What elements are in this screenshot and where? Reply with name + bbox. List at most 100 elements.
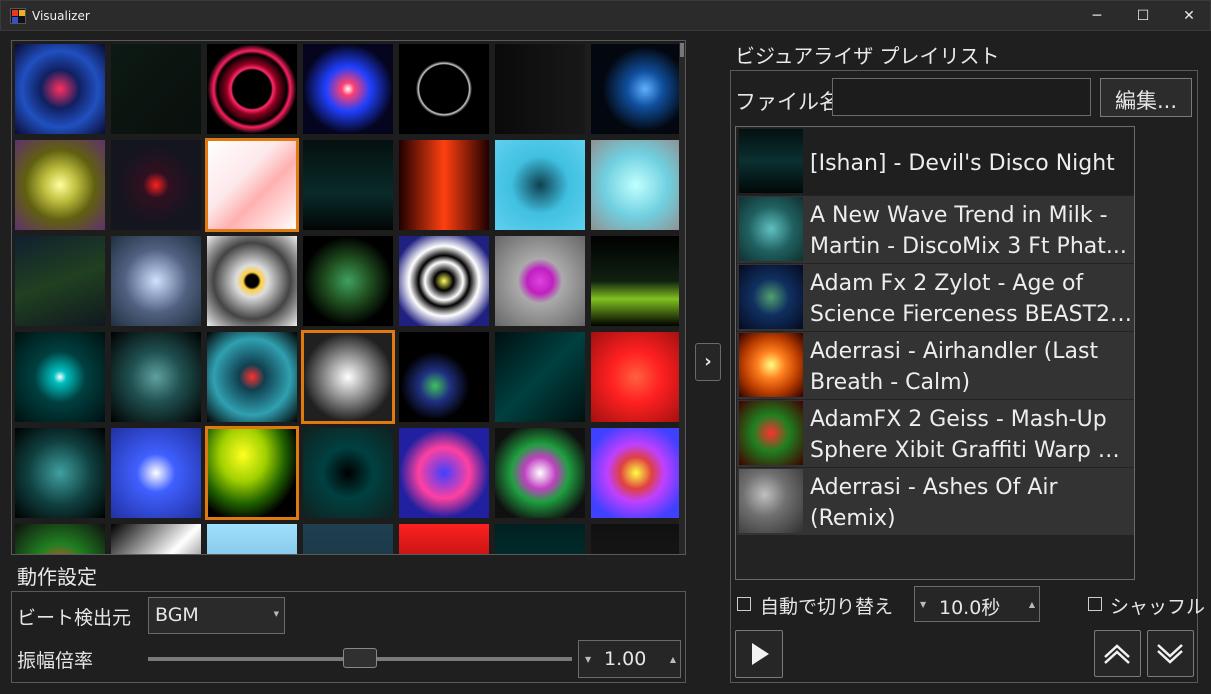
visualizer-thumbnail[interactable] [303, 140, 393, 230]
playlist-item-line1: AdamFX 2 Geiss - Mash-Up [810, 407, 1107, 432]
visualizer-thumbnail[interactable] [303, 428, 393, 518]
interval-spinbox[interactable]: ▼ 10.0秒 ▲ [914, 586, 1040, 622]
visualizer-thumbnail[interactable] [205, 138, 299, 232]
grid-scrollbar[interactable] [679, 42, 685, 554]
visualizer-thumbnail[interactable] [495, 140, 585, 230]
beat-source-select[interactable]: BGM ▼ [148, 597, 285, 634]
beat-source-label: ビート検出元 [17, 607, 132, 629]
visualizer-thumbnail[interactable] [15, 44, 105, 134]
increment-icon[interactable]: ▲ [670, 655, 676, 664]
visualizer-thumbnail[interactable] [399, 332, 489, 422]
visualizer-thumbnail[interactable] [111, 140, 201, 230]
playlist-item-thumbnail [739, 129, 803, 193]
playlist-item-line1: [Ishan] - Devil's Disco Night [810, 151, 1115, 176]
amplitude-slider-thumb[interactable] [343, 648, 377, 668]
visualizer-thumbnail[interactable] [207, 236, 297, 326]
visualizer-thumbnail[interactable] [591, 236, 681, 326]
move-down-button[interactable] [1147, 630, 1194, 677]
visualizer-thumbnail[interactable] [399, 428, 489, 518]
playlist-item[interactable]: Aderrasi - Ashes Of Air (Remix) [737, 468, 1134, 535]
close-button[interactable]: ✕ [1166, 1, 1211, 31]
visualizer-thumbnail[interactable] [399, 44, 489, 134]
visualizer-thumbnail[interactable] [111, 236, 201, 326]
playlist-item-thumbnail [739, 197, 803, 261]
edit-button[interactable]: 編集... [1100, 78, 1192, 117]
playlist-heading: ビジュアライザ プレイリスト [735, 44, 1000, 68]
playlist-item-line2: Martin - DiscoMix 3 Ft Phat... [810, 234, 1127, 259]
visualizer-thumbnail[interactable] [111, 428, 201, 518]
amplitude-spinbox[interactable]: ▼ 1.00 ▲ [578, 640, 681, 678]
expand-panel-button[interactable]: › [695, 343, 721, 381]
move-up-button[interactable] [1094, 630, 1141, 677]
visualizer-thumbnail[interactable] [495, 44, 585, 134]
visualizer-thumbnail[interactable] [15, 236, 105, 326]
playlist-item-line2: (Remix) [810, 506, 896, 531]
decrement-icon[interactable]: ▼ [920, 600, 926, 609]
playlist-item[interactable]: Adam Fx 2 Zylot - Age of Science Fiercene… [737, 264, 1134, 331]
visualizer-thumbnail[interactable] [303, 524, 393, 554]
playlist-item-title: AdamFX 2 Geiss - Mash-Up Sphere Xibit Gra… [810, 404, 1134, 466]
playlist-item-line1: Adam Fx 2 Zylot - Age of [810, 271, 1084, 296]
playlist-item-line2: Breath - Calm) [810, 370, 971, 395]
visualizer-thumbnail[interactable] [15, 428, 105, 518]
visualizer-thumbnail[interactable] [205, 426, 299, 520]
playlist[interactable]: [Ishan] - Devil's Disco Night A New Wave … [735, 126, 1135, 580]
amplitude-label: 振幅倍率 [17, 650, 94, 672]
auto-switch-checkbox[interactable] [737, 597, 751, 611]
visualizer-thumbnail[interactable] [495, 332, 585, 422]
play-icon [752, 643, 769, 665]
visualizer-thumbnail[interactable] [399, 236, 489, 326]
chevron-up-icon [1104, 644, 1130, 664]
file-name-field[interactable] [832, 78, 1091, 116]
decrement-icon[interactable]: ▼ [585, 655, 591, 664]
visualizer-thumbnail[interactable] [495, 524, 585, 554]
playlist-item[interactable]: A New Wave Trend in Milk - Martin - Disco… [737, 196, 1134, 263]
chevron-down-icon [1157, 644, 1183, 664]
window-title: Visualizer [32, 9, 90, 23]
maximize-button[interactable]: ☐ [1120, 1, 1166, 31]
visualizer-thumbnail[interactable] [495, 236, 585, 326]
visualizer-thumbnail[interactable] [591, 332, 681, 422]
visualizer-thumbnail[interactable] [207, 44, 297, 134]
visualizer-thumbnail[interactable] [399, 140, 489, 230]
chevron-down-icon: ▼ [273, 610, 279, 618]
visualizer-thumbnail[interactable] [495, 428, 585, 518]
visualizer-thumbnail[interactable] [111, 332, 201, 422]
playlist-item-line2: Science Fierceness BEAST2 -... [810, 302, 1134, 327]
visualizer-thumbnail[interactable] [591, 428, 681, 518]
playlist-item-line1: A New Wave Trend in Milk - [810, 203, 1108, 228]
playlist-item-line1: Aderrasi - Airhandler (Last [810, 339, 1099, 364]
playlist-item-thumbnail [739, 401, 803, 465]
playlist-item-title: Adam Fx 2 Zylot - Age of Science Fiercene… [810, 268, 1134, 330]
auto-switch-label: 自動で切り替え [760, 596, 894, 618]
visualizer-thumbnail[interactable] [399, 524, 489, 554]
playlist-item-title: Aderrasi - Airhandler (Last Breath - Calm… [810, 336, 1134, 398]
playlist-item[interactable]: [Ishan] - Devil's Disco Night [737, 128, 1134, 195]
increment-icon[interactable]: ▲ [1029, 600, 1035, 609]
visualizer-grid [11, 40, 686, 555]
visualizer-thumbnail[interactable] [591, 140, 681, 230]
visualizer-thumbnail[interactable] [207, 332, 297, 422]
visualizer-thumbnail[interactable] [301, 330, 395, 424]
visualizer-thumbnail[interactable] [303, 236, 393, 326]
visualizer-thumbnail[interactable] [111, 524, 201, 554]
visualizer-thumbnail[interactable] [15, 140, 105, 230]
visualizer-thumbnail[interactable] [591, 524, 681, 554]
shuffle-checkbox[interactable] [1088, 597, 1102, 611]
visualizer-thumbnail[interactable] [591, 44, 681, 134]
visualizer-thumbnail[interactable] [111, 44, 201, 134]
beat-source-value: BGM [155, 604, 199, 626]
playlist-item-line2: Sphere Xibit Graffiti Warp m... [810, 438, 1134, 463]
grid-scrollbar-thumb[interactable] [680, 43, 684, 57]
visualizer-thumbnail[interactable] [207, 524, 297, 554]
playlist-item-title: [Ishan] - Devil's Disco Night [810, 148, 1134, 179]
playlist-item[interactable]: Aderrasi - Airhandler (Last Breath - Calm… [737, 332, 1134, 399]
playlist-item-title: Aderrasi - Ashes Of Air (Remix) [810, 472, 1134, 534]
playlist-item[interactable]: AdamFX 2 Geiss - Mash-Up Sphere Xibit Gra… [737, 400, 1134, 467]
minimize-button[interactable]: ─ [1074, 1, 1120, 31]
play-button[interactable] [735, 630, 783, 678]
visualizer-thumbnail[interactable] [303, 44, 393, 134]
visualizer-thumbnail[interactable] [15, 524, 105, 554]
visualizer-thumbnail[interactable] [15, 332, 105, 422]
settings-heading: 動作設定 [17, 565, 97, 589]
